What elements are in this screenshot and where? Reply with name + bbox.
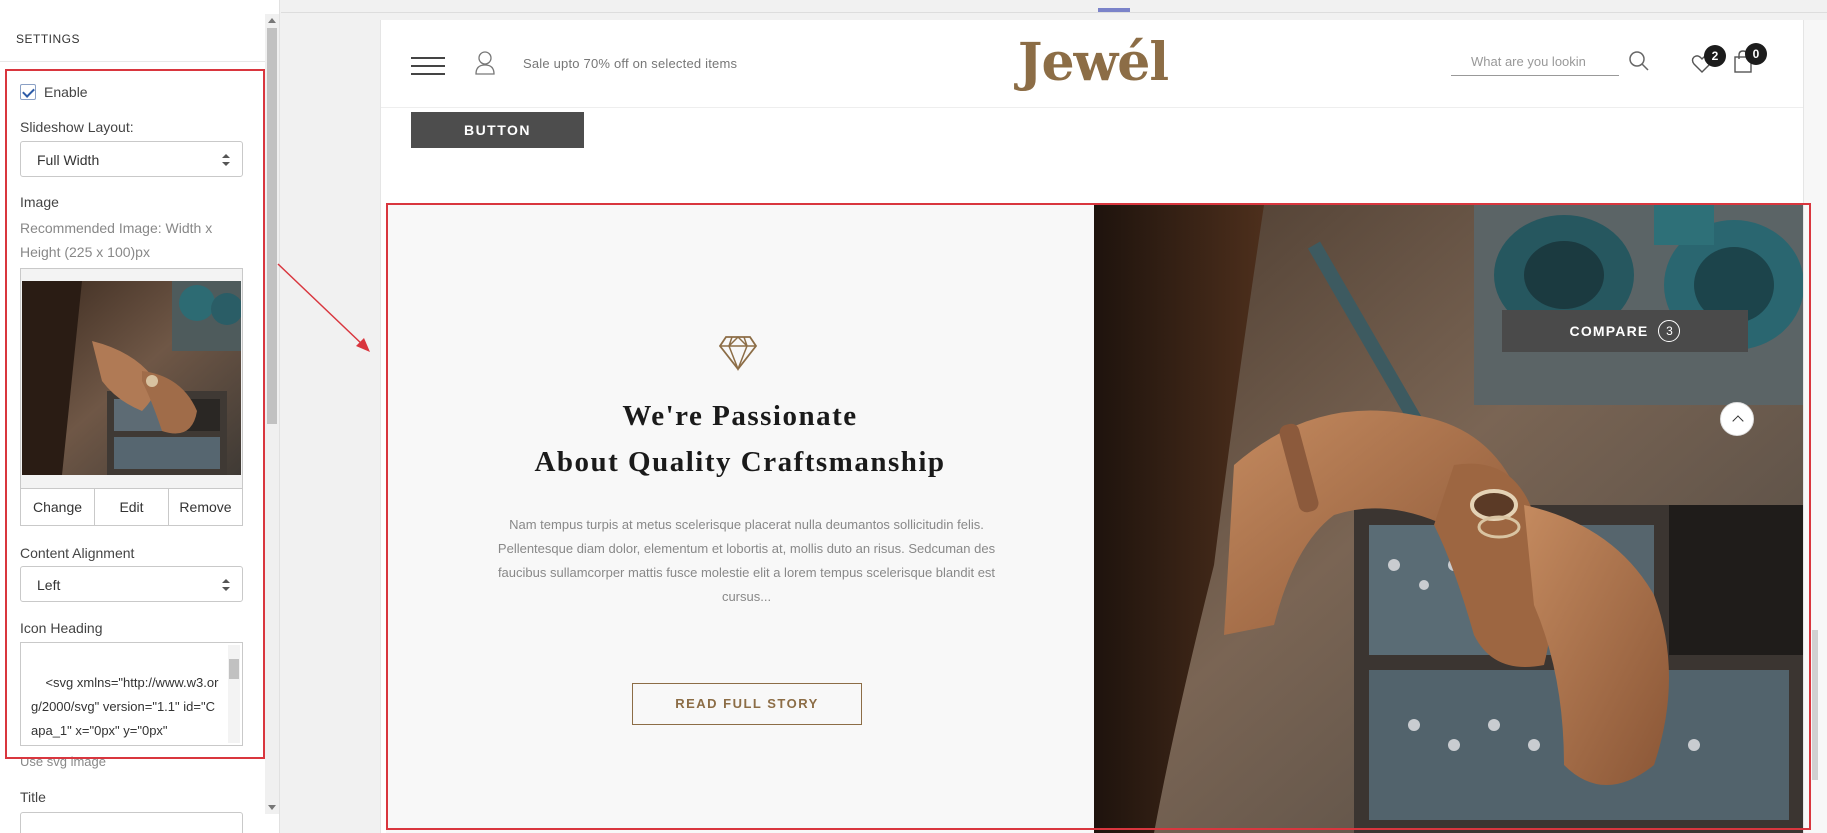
edit-image-button[interactable]: Edit bbox=[95, 489, 169, 525]
hero-description: Nam tempus turpis at metus scelerisque p… bbox=[497, 517, 996, 604]
use-svg-hint: Use svg image bbox=[20, 754, 106, 769]
textarea-scrollbar[interactable] bbox=[228, 645, 240, 743]
hero-title-line-2: About Quality Craftsmanship bbox=[534, 446, 946, 478]
title-input[interactable] bbox=[20, 812, 243, 833]
enable-checkbox[interactable] bbox=[20, 84, 36, 100]
title-label: Title bbox=[20, 789, 46, 805]
hero-section: We're Passionate About Quality Craftsman… bbox=[386, 203, 1803, 833]
preview-top-marker bbox=[1098, 8, 1130, 12]
slideshow-layout-label: Slideshow Layout: bbox=[20, 119, 134, 135]
slideshow-layout-value: Full Width bbox=[37, 152, 100, 168]
slideshow-layout-select[interactable]: Full Width bbox=[20, 141, 243, 177]
compare-count-badge: 3 bbox=[1658, 320, 1681, 342]
select-caret-icon bbox=[222, 579, 230, 591]
site-header: Sale upto 70% off on selected items Jewé… bbox=[381, 20, 1803, 108]
hero-image bbox=[1094, 205, 1803, 833]
content-alignment-select[interactable]: Left bbox=[20, 566, 243, 602]
remove-image-button[interactable]: Remove bbox=[169, 489, 242, 525]
preview-scrollbar[interactable] bbox=[1804, 20, 1827, 833]
scroll-thumb[interactable] bbox=[267, 28, 277, 424]
generic-button[interactable]: BUTTON bbox=[411, 112, 584, 148]
image-picker: Change Edit Remove bbox=[20, 268, 243, 526]
image-actions: Change Edit Remove bbox=[21, 488, 242, 525]
store-preview: Sale upto 70% off on selected items Jewé… bbox=[380, 20, 1804, 833]
change-image-button[interactable]: Change bbox=[21, 489, 95, 525]
scroll-to-top-button[interactable] bbox=[1720, 402, 1754, 436]
preview-top-line bbox=[281, 12, 1827, 13]
icon-heading-value: <svg xmlns="http://www.w3.org/2000/svg" … bbox=[31, 675, 219, 738]
hero-title-line-1: We're Passionate bbox=[622, 400, 858, 432]
select-caret-icon bbox=[222, 154, 230, 166]
wishlist-count-badge: 2 bbox=[1704, 45, 1726, 67]
image-hint-2: Height (225 x 100)px bbox=[20, 244, 150, 260]
annotation-arrow-icon bbox=[277, 263, 370, 352]
hero-content: We're Passionate About Quality Craftsman… bbox=[386, 203, 1094, 833]
search-icon[interactable] bbox=[1628, 50, 1650, 72]
settings-panel: SETTINGS Enable Slideshow Layout: Full W… bbox=[0, 0, 280, 833]
compare-button[interactable]: COMPARE 3 bbox=[1502, 310, 1748, 352]
cart-count-badge: 0 bbox=[1745, 43, 1767, 65]
content-alignment-value: Left bbox=[37, 577, 61, 593]
diamond-icon bbox=[718, 335, 758, 371]
search-input[interactable]: What are you lookin bbox=[1451, 52, 1619, 76]
panel-scrollbar[interactable] bbox=[265, 14, 279, 814]
compare-label: COMPARE bbox=[1569, 323, 1649, 339]
settings-header: SETTINGS bbox=[0, 0, 279, 62]
read-full-story-button[interactable]: READ FULL STORY bbox=[632, 683, 862, 725]
preview-scroll-thumb[interactable] bbox=[1812, 630, 1818, 780]
scroll-up-icon[interactable] bbox=[268, 18, 276, 23]
image-label: Image bbox=[20, 194, 59, 210]
content-alignment-label: Content Alignment bbox=[20, 545, 135, 561]
hero-title: We're Passionate About Quality Craftsman… bbox=[386, 393, 1094, 485]
image-hint-1: Recommended Image: Width x bbox=[20, 220, 213, 236]
icon-heading-textarea[interactable]: <svg xmlns="http://www.w3.org/2000/svg" … bbox=[20, 642, 243, 746]
image-thumbnail[interactable] bbox=[22, 281, 241, 475]
icon-heading-label: Icon Heading bbox=[20, 620, 103, 636]
scroll-down-icon[interactable] bbox=[268, 805, 276, 810]
enable-label: Enable bbox=[44, 84, 88, 100]
